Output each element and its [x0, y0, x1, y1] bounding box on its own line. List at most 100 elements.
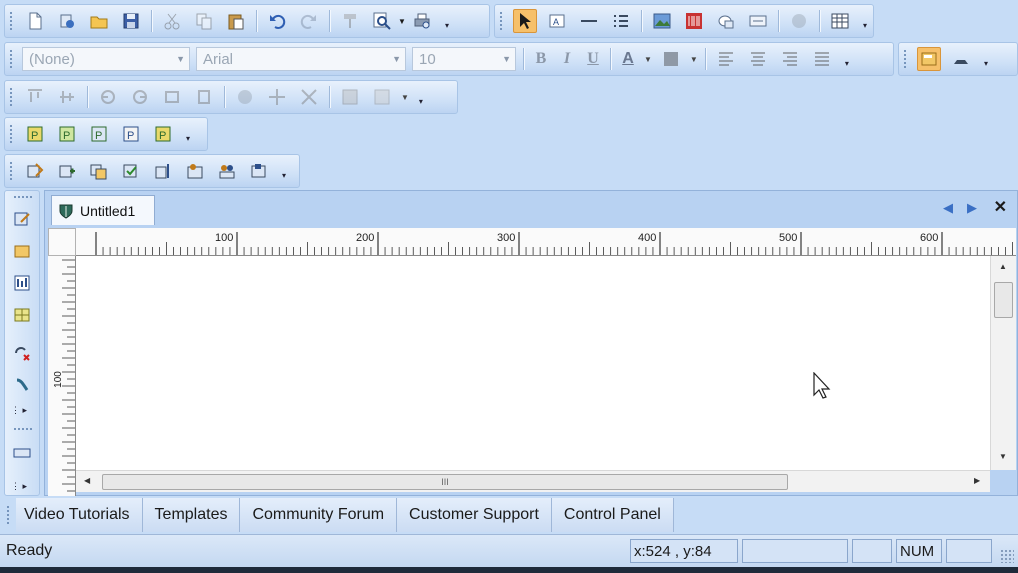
edit-object-icon[interactable]: [10, 207, 34, 231]
horizontal-scroll-thumb[interactable]: III: [102, 474, 788, 490]
undo-icon[interactable]: [265, 9, 289, 33]
scroll-up-icon[interactable]: ▲: [999, 262, 1007, 271]
record-export-icon[interactable]: [247, 159, 271, 183]
same-width-icon[interactable]: [160, 85, 184, 109]
barcode-icon[interactable]: [682, 9, 706, 33]
style-combo[interactable]: (None) ▼: [22, 47, 190, 71]
fill-color-icon[interactable]: [659, 47, 683, 71]
align-middle-icon[interactable]: [55, 85, 79, 109]
toolbar-overflow-button[interactable]: [442, 11, 452, 31]
open-folder-icon[interactable]: [87, 9, 111, 33]
shape-icon[interactable]: [714, 9, 738, 33]
vertical-scroll-thumb[interactable]: [994, 282, 1013, 318]
same-height-icon[interactable]: [192, 85, 216, 109]
open-script-icon[interactable]: [55, 9, 79, 33]
report-icon[interactable]: [10, 271, 34, 295]
script-debug-icon[interactable]: P: [87, 122, 111, 146]
field-icon[interactable]: [10, 441, 34, 465]
record-check-icon[interactable]: [119, 159, 143, 183]
record-copy-icon[interactable]: [87, 159, 111, 183]
toolbar-overflow-button[interactable]: [981, 49, 991, 69]
font-combo[interactable]: Arial ▼: [196, 47, 406, 71]
copy-icon[interactable]: [192, 9, 216, 33]
chevron-down-icon[interactable]: ▼: [398, 9, 406, 33]
link-video-tutorials[interactable]: Video Tutorials: [16, 498, 143, 532]
toolbar-grip[interactable]: [6, 505, 10, 525]
design-canvas[interactable]: [76, 256, 990, 470]
table-icon[interactable]: [828, 9, 852, 33]
font-color-button[interactable]: A: [615, 50, 641, 68]
link-control-panel[interactable]: Control Panel: [551, 498, 674, 532]
grid-icon[interactable]: [10, 303, 34, 327]
ungroup-icon[interactable]: [370, 85, 394, 109]
label-icon[interactable]: [746, 9, 770, 33]
paste-icon[interactable]: [224, 9, 248, 33]
toolbar-overflow-button[interactable]: [416, 87, 426, 107]
format-painter-icon[interactable]: [338, 9, 362, 33]
layer-icon[interactable]: [949, 47, 973, 71]
redo-icon[interactable]: [297, 9, 321, 33]
zoom-icon[interactable]: [370, 9, 394, 33]
record-edit-icon[interactable]: [23, 159, 47, 183]
toolbar-overflow-button[interactable]: [183, 124, 193, 144]
chevron-down-icon[interactable]: ▼: [401, 93, 409, 102]
toolbar-overflow-button[interactable]: [279, 161, 289, 181]
close-icon[interactable]: ✕: [994, 197, 1007, 217]
toolbar-grip[interactable]: [13, 427, 33, 431]
record-users-icon[interactable]: [215, 159, 239, 183]
tab-untitled1[interactable]: Untitled1: [51, 195, 155, 225]
save-icon[interactable]: [119, 9, 143, 33]
toolbar-overflow-button[interactable]: [860, 11, 870, 31]
image-icon[interactable]: [650, 9, 674, 33]
chevron-down-icon[interactable]: ▼: [690, 55, 698, 64]
list-icon[interactable]: [609, 9, 633, 33]
resize-icon[interactable]: [297, 85, 321, 109]
script-edit-icon[interactable]: P: [119, 122, 143, 146]
script-new-icon[interactable]: P: [23, 122, 47, 146]
justify-icon[interactable]: [810, 47, 834, 71]
record-sort-icon[interactable]: [151, 159, 175, 183]
delete-link-icon[interactable]: [10, 341, 34, 365]
record-filter-icon[interactable]: [183, 159, 207, 183]
text-box-icon[interactable]: A: [545, 9, 569, 33]
pointer-icon[interactable]: [513, 9, 537, 33]
script-run-icon[interactable]: P: [55, 122, 79, 146]
align-left-icon[interactable]: [714, 47, 738, 71]
record-add-icon[interactable]: [55, 159, 79, 183]
toolbar-grip[interactable]: [499, 11, 503, 31]
database-icon[interactable]: [10, 239, 34, 263]
align-center-icon[interactable]: [746, 47, 770, 71]
toolbar-grip[interactable]: [9, 124, 13, 144]
toolbar-overflow-button[interactable]: ⋮ ▸: [11, 405, 27, 416]
globe-icon[interactable]: [787, 9, 811, 33]
script-settings-icon[interactable]: P: [151, 122, 175, 146]
group-icon[interactable]: [338, 85, 362, 109]
properties-icon[interactable]: [917, 47, 941, 71]
italic-button[interactable]: I: [554, 50, 580, 68]
scroll-tabs-right-icon[interactable]: ▶: [967, 200, 977, 216]
vertical-scrollbar[interactable]: ▲ ▼: [990, 256, 1016, 470]
link-community-forum[interactable]: Community Forum: [240, 498, 398, 532]
resize-grip-icon[interactable]: [1000, 549, 1014, 563]
toolbar-overflow-button[interactable]: [842, 49, 852, 69]
link-icon[interactable]: [10, 373, 34, 397]
toolbar-grip[interactable]: [9, 11, 13, 31]
line-icon[interactable]: [577, 9, 601, 33]
toolbar-grip[interactable]: [9, 161, 13, 181]
toolbar-grip[interactable]: [13, 195, 33, 199]
toolbar-overflow-button[interactable]: ⋮ ▸: [11, 481, 27, 492]
scroll-left-icon[interactable]: ◀: [84, 476, 90, 485]
distribute-left-icon[interactable]: [96, 85, 120, 109]
horizontal-scrollbar[interactable]: ◀ III ▶: [76, 470, 990, 492]
scroll-right-icon[interactable]: ▶: [974, 476, 980, 485]
bold-button[interactable]: B: [528, 50, 554, 68]
toolbar-grip[interactable]: [9, 49, 13, 69]
scroll-tabs-left-icon[interactable]: ◀: [943, 200, 953, 216]
new-icon[interactable]: [23, 9, 47, 33]
scroll-down-icon[interactable]: ▼: [999, 452, 1007, 461]
align-right-icon[interactable]: [778, 47, 802, 71]
font-size-combo[interactable]: 10 ▼: [412, 47, 516, 71]
toolbar-grip[interactable]: [9, 87, 13, 107]
distribute-right-icon[interactable]: [128, 85, 152, 109]
toolbar-grip[interactable]: [903, 49, 907, 69]
